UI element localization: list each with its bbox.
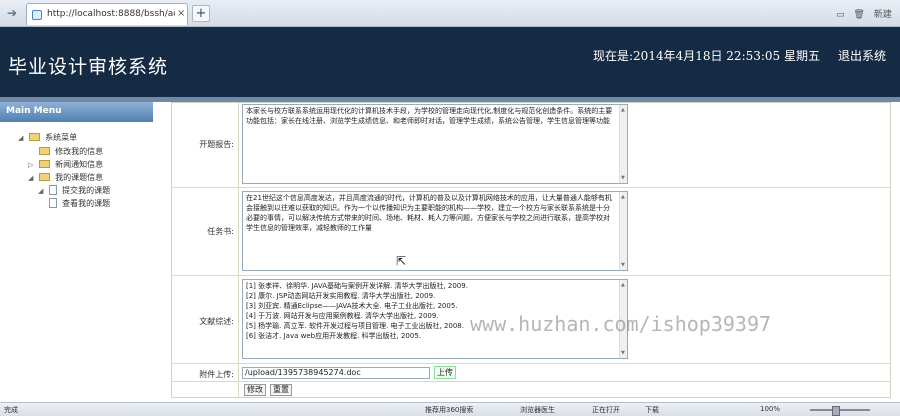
- trash-icon[interactable]: 🗑: [853, 10, 864, 20]
- tree-item-my-topics[interactable]: ◢ 我的课题信息: [28, 172, 103, 183]
- folder-icon: [28, 133, 40, 141]
- back-arrow-icon[interactable]: ➔: [4, 6, 20, 20]
- new-tab-button[interactable]: +: [192, 5, 210, 22]
- tree-item-system-menu[interactable]: ◢ 系统菜单: [18, 132, 77, 143]
- menu-header: Main Menu: [0, 102, 153, 122]
- reference-line: [3] 刘亚宾. 精通Eclipse——JAVA技术大全. 电子工业出版社, 2…: [246, 302, 458, 310]
- tree-item-label: 查看我的课题: [62, 199, 111, 208]
- restore-icon[interactable]: ▭: [836, 10, 845, 20]
- modify-button[interactable]: 修改: [244, 384, 266, 396]
- site-header: 毕业设计审核系统 现在是:2014年4月18日 22:53:05 星期五 退出系…: [0, 27, 900, 97]
- scrollbar[interactable]: [619, 105, 627, 183]
- tree-item-label: 新闻通知信息: [55, 160, 104, 169]
- status-download-item[interactable]: 下载: [645, 405, 659, 415]
- topic-form: 开题报告: 本家长与校方联系系统运用现代化的计算机技术手段，为学校的管理走向现代…: [171, 102, 891, 398]
- tab-url: http://localhost:8888/bssh/admi...: [47, 9, 175, 19]
- tree-item-edit-info[interactable]: 修改我的信息: [28, 146, 103, 157]
- new-window-label[interactable]: 新建: [874, 10, 892, 20]
- folder-icon: [38, 147, 50, 155]
- row-divider: [172, 381, 890, 382]
- task-book-label: 任务书:: [207, 227, 234, 236]
- folder-icon: [38, 173, 50, 181]
- window-controls: ▭ 🗑 新建: [830, 7, 892, 20]
- tree-item-submit-topic[interactable]: ◢ 提交我的课题: [38, 185, 110, 196]
- reference-line: [2] 康尔. JSP动态网站开发实用教程. 清华大学出版社, 2009.: [246, 292, 436, 300]
- tree-item-label: 修改我的信息: [55, 147, 104, 156]
- status-text: 完成: [4, 406, 18, 414]
- attachment-path-input[interactable]: /upload/1395738945274.doc: [242, 367, 430, 379]
- task-book-textarea[interactable]: 在21世纪这个信息高度发达，并且高度流通的时代，计算机的普及以及计算机网络技术的…: [242, 191, 628, 271]
- mouse-cursor-icon: ⇱: [396, 254, 407, 268]
- datetime-display: 现在是:2014年4月18日 22:53:05 星期五: [593, 49, 821, 63]
- task-book-text: 在21世纪这个信息高度发达，并且高度流通的时代，计算机的普及以及计算机网络技术的…: [246, 194, 612, 232]
- opening-report-text: 本家长与校方联系系统运用现代化的计算机技术手段，为学校的管理走向现代化,制度化与…: [246, 107, 613, 125]
- expand-toggle-icon[interactable]: ▷: [28, 161, 36, 169]
- favicon-icon: [32, 10, 42, 20]
- folder-icon: [38, 160, 50, 168]
- status-doctor-item[interactable]: 浏览器医生: [520, 405, 555, 415]
- logout-link[interactable]: 退出系统: [838, 47, 886, 64]
- opening-report-textarea[interactable]: 本家长与校方联系系统运用现代化的计算机技术手段，为学校的管理走向现代化,制度化与…: [242, 104, 628, 184]
- tree-item-label: 我的课题信息: [55, 173, 104, 182]
- opening-report-label: 开题报告:: [199, 140, 234, 149]
- sidebar: Main Menu ◢ 系统菜单 修改我的信息 ▷ 新闻通知信息 ◢ 我的课题信…: [0, 102, 155, 402]
- references-label: 文献综述:: [199, 317, 234, 326]
- upload-button[interactable]: 上传: [434, 366, 456, 379]
- tree-item-news[interactable]: ▷ 新闻通知信息: [28, 159, 103, 170]
- tree-item-view-topic[interactable]: 查看我的课题: [38, 198, 110, 209]
- status-opening-item[interactable]: 正在打开: [592, 405, 620, 415]
- page-icon: [48, 185, 57, 195]
- page-icon: [48, 198, 57, 208]
- reference-line: [1] 张孝祥、徐明华. JAVA基础与案例开发详解. 清华大学出版社, 200…: [246, 282, 468, 290]
- site-title: 毕业设计审核系统: [8, 56, 169, 78]
- expand-toggle-icon[interactable]: ◢: [28, 174, 36, 182]
- row-divider: [172, 187, 890, 188]
- expand-toggle-icon[interactable]: ◢: [18, 134, 26, 142]
- row-divider: [172, 363, 890, 364]
- status-search-item[interactable]: 推荐用360搜索: [425, 405, 473, 415]
- row-divider: [172, 275, 890, 276]
- tree-item-label: 系统菜单: [45, 133, 78, 142]
- browser-tab[interactable]: http://localhost:8888/bssh/admi... ×: [26, 3, 188, 25]
- zoom-level[interactable]: 100%: [760, 405, 780, 413]
- close-tab-icon[interactable]: ×: [177, 8, 185, 19]
- scrollbar[interactable]: [619, 192, 627, 270]
- browser-toolbar: ➔ http://localhost:8888/bssh/admi... × +…: [0, 0, 900, 27]
- status-bar: 完成 推荐用360搜索 浏览器医生 正在打开 下载 100%: [0, 402, 900, 416]
- column-divider: [238, 103, 239, 397]
- watermark: www.huzhan.com/ishop39397: [470, 312, 772, 336]
- expand-toggle-icon[interactable]: ◢: [38, 187, 46, 195]
- zoom-slider[interactable]: [810, 406, 870, 416]
- attachment-label: 附件上传:: [199, 370, 234, 379]
- tree-item-label: 提交我的课题: [62, 186, 111, 195]
- reset-button[interactable]: 重置: [270, 384, 292, 396]
